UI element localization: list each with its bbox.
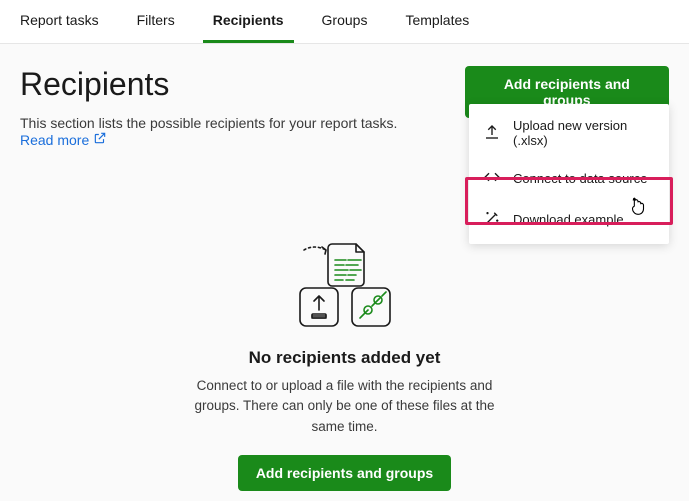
- external-link-icon: [93, 131, 107, 148]
- empty-state-title: No recipients added yet: [249, 348, 441, 368]
- empty-state-description: Connect to or upload a file with the rec…: [185, 376, 505, 437]
- dropdown-upload-new-version[interactable]: Upload new version (.xlsx): [469, 108, 669, 158]
- page-description-text: This section lists the possible recipien…: [20, 115, 397, 131]
- page-title: Recipients: [20, 66, 465, 103]
- tab-filters[interactable]: Filters: [127, 0, 185, 43]
- page-description: This section lists the possible recipien…: [20, 115, 465, 148]
- read-more-link[interactable]: Read more: [20, 131, 107, 148]
- tab-templates[interactable]: Templates: [395, 0, 479, 43]
- empty-state: No recipients added yet Connect to or up…: [20, 242, 669, 491]
- dropdown-connect-data-source[interactable]: Connect to data source: [469, 158, 669, 199]
- upload-icon: [483, 123, 501, 144]
- dropdown-download-example[interactable]: Download example: [469, 199, 669, 240]
- dropdown-download-label: Download example: [513, 212, 624, 227]
- code-icon: [483, 168, 501, 189]
- magic-wand-icon: [483, 209, 501, 230]
- tab-recipients[interactable]: Recipients: [203, 0, 294, 43]
- tab-report-tasks[interactable]: Report tasks: [10, 0, 109, 43]
- tabbar: Report tasks Filters Recipients Groups T…: [0, 0, 689, 44]
- dropdown-upload-label: Upload new version (.xlsx): [513, 118, 655, 148]
- add-recipients-button-empty[interactable]: Add recipients and groups: [238, 455, 451, 491]
- dropdown-connect-label: Connect to data source: [513, 171, 647, 186]
- read-more-label: Read more: [20, 132, 89, 148]
- tab-groups[interactable]: Groups: [312, 0, 378, 43]
- empty-state-illustration: [286, 242, 404, 334]
- add-recipients-dropdown: Upload new version (.xlsx) Connect to da…: [469, 104, 669, 244]
